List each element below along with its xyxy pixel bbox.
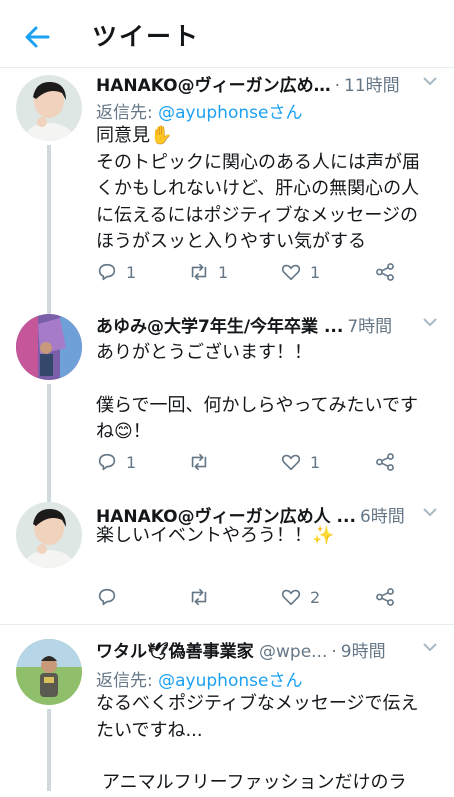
tweet-line: なるべくポジティブなメッセージで伝え <box>96 693 419 714</box>
tweet-line <box>96 367 446 393</box>
retweet-icon <box>191 588 207 606</box>
tweet-text: 同意見✋ そのトピックに関心のある人には声が届 くかもしれないけど、肝心の無関心… <box>96 123 446 256</box>
retweet-button[interactable]: 1 <box>188 260 228 284</box>
heart-icon <box>281 454 301 471</box>
share-button[interactable] <box>374 585 396 609</box>
timestamp[interactable]: 11時間 <box>344 76 400 96</box>
tweet-2[interactable]: あゆみ@大学7年生/今年卒業 ... 7時間 ありがとうございます！！ 僕らで一回… <box>0 304 454 494</box>
tweet-3[interactable]: HANAKO@ヴィーガン広め人 ... 6時間 楽しいイベントやろう！！✨ 2 <box>0 494 454 624</box>
separator-dot: · <box>331 642 337 662</box>
chevron-down-icon[interactable] <box>422 316 438 328</box>
tweet-1[interactable]: HANAKO@ヴィーガン広め… · 11時間 返信先: @ayuphonseさん 同… <box>0 69 454 304</box>
like-count: 1 <box>310 452 321 472</box>
tweet-line: アニマルフリーファッションだけのラ <box>102 772 407 793</box>
like-button[interactable]: 2 <box>280 585 320 609</box>
tweet-text: ありがとうございます！！ 僕らで一回、何かしらやってみたいです ね😊！ <box>96 340 446 446</box>
chevron-down-icon[interactable] <box>422 506 438 518</box>
tweet-line: ほうがスッと入りやすい気がする <box>96 231 366 252</box>
tweet-line: 僕らで一回、何かしらやってみたいです <box>96 394 419 416</box>
reply-icon <box>98 263 116 281</box>
tweet-line: 同意見✋ <box>96 125 173 146</box>
thread-line <box>47 145 51 304</box>
thread-line <box>47 384 51 494</box>
like-button[interactable]: 1 <box>280 450 320 474</box>
tweet-text: 楽しいイベントやろう！！✨ <box>96 523 446 550</box>
avatar[interactable] <box>16 314 82 380</box>
retweet-icon <box>191 453 207 471</box>
display-name[interactable]: あゆみ@大学7年生/今年卒業 ... <box>96 317 343 337</box>
thread-line <box>47 304 51 314</box>
tweet-4[interactable]: ワタル🕊偽善事業家 @wpe... · 9時間 返信先: @ayuphonseさん … <box>0 625 454 793</box>
heart-icon <box>281 589 301 606</box>
username[interactable]: @wpe... <box>259 642 327 662</box>
share-button[interactable] <box>374 450 396 474</box>
tweet-line: 楽しいイベントやろう！！✨ <box>96 525 335 546</box>
tweet-actions: 1 1 <box>96 450 426 474</box>
tweet-line: たいですね... <box>96 719 203 741</box>
reply-to-prefix: 返信先: <box>96 671 159 691</box>
tweet-actions: 1 1 1 <box>96 260 426 284</box>
reply-to-link[interactable]: @ayuphonseさん <box>158 671 302 691</box>
display-name[interactable]: HANAKO@ヴィーガン広め… <box>96 76 331 96</box>
reply-to-prefix: 返信先: <box>96 103 159 123</box>
reply-icon <box>98 453 116 471</box>
share-icon <box>376 453 394 471</box>
reply-to-line: 返信先: @ayuphonseさん <box>96 666 302 691</box>
like-count: 1 <box>310 262 321 282</box>
tweet-line: くかもしれないけど、肝心の無関心の人 <box>96 178 420 199</box>
avatar[interactable] <box>16 75 82 141</box>
heart-icon <box>281 264 301 281</box>
share-button[interactable] <box>374 260 396 284</box>
tweet-line: そのトピックに関心のある人には声が届 <box>96 151 420 173</box>
thread-line <box>47 709 51 791</box>
retweet-button[interactable] <box>188 585 218 609</box>
reply-count: 1 <box>126 262 137 282</box>
arrow-left-icon[interactable] <box>22 22 52 52</box>
timestamp[interactable]: 7時間 <box>347 317 392 337</box>
tweet-line: ね😊！ <box>96 421 151 442</box>
chevron-down-icon[interactable] <box>422 75 438 87</box>
tweet-text: なるべくポジティブなメッセージで伝え たいですね... アニマルフリーファッショ… <box>96 691 446 797</box>
timestamp[interactable]: 9時間 <box>341 642 386 662</box>
reply-button[interactable]: 1 <box>96 260 136 284</box>
share-icon <box>376 263 394 281</box>
like-button[interactable]: 1 <box>280 260 320 284</box>
tweet-line: ありがとうございます！！ <box>96 342 312 363</box>
display-name[interactable]: ワタル🕊偽善事業家 <box>96 642 254 662</box>
separator-dot: · <box>334 76 341 96</box>
tweet-header: HANAKO@ヴィーガン広め… · 11時間 <box>96 71 444 97</box>
thread-line <box>47 494 51 502</box>
tweet-line: に伝えるにはポジティブなメッセージの <box>96 204 419 226</box>
reply-to-link[interactable]: @ayuphonseさん <box>158 103 302 123</box>
avatar[interactable] <box>16 639 82 705</box>
tweet-line <box>96 744 446 770</box>
like-count: 2 <box>310 587 321 607</box>
reply-icon <box>98 588 116 606</box>
tweet-header: ワタル🕊偽善事業家 @wpe... · 9時間 <box>96 637 444 663</box>
reply-button[interactable] <box>96 585 126 609</box>
reply-to-line: 返信先: @ayuphonseさん <box>96 98 302 123</box>
retweet-icon <box>191 263 207 281</box>
retweet-count: 1 <box>218 262 229 282</box>
tweet-actions: 2 <box>96 585 426 609</box>
chevron-down-icon[interactable] <box>422 641 438 653</box>
tweet-header: あゆみ@大学7年生/今年卒業 ... 7時間 <box>96 312 444 338</box>
share-icon <box>376 588 394 606</box>
reply-button[interactable]: 1 <box>96 450 136 474</box>
reply-count: 1 <box>126 452 137 472</box>
page-title: ツイート <box>92 22 201 51</box>
top-bar: ツイート <box>0 0 454 68</box>
avatar[interactable] <box>16 502 82 568</box>
retweet-button[interactable] <box>188 450 218 474</box>
